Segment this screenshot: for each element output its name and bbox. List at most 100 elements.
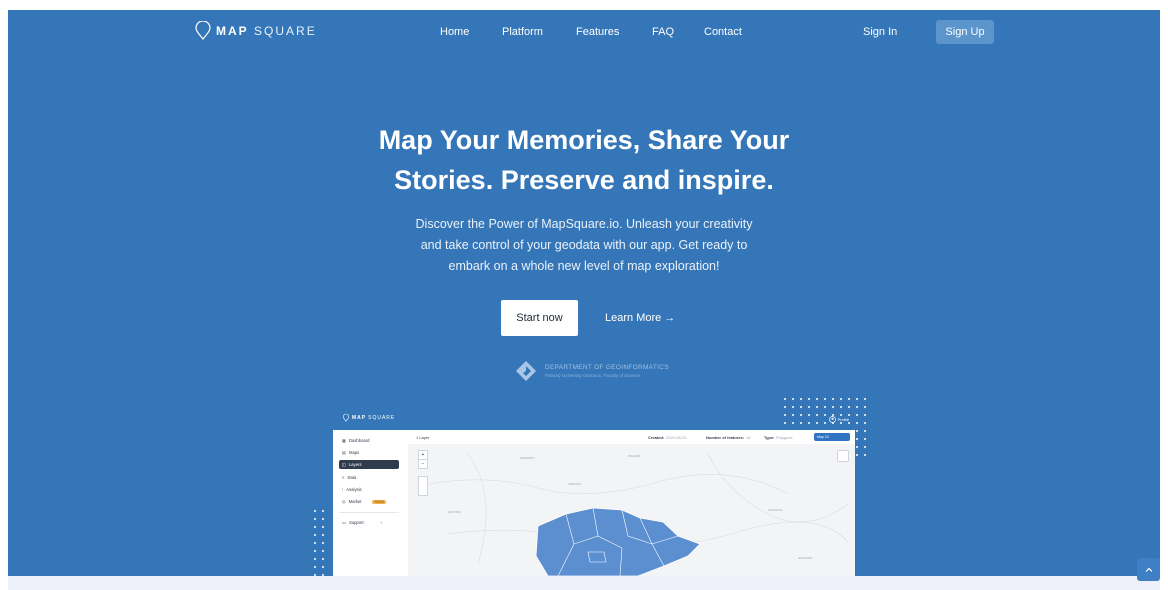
nav-contact[interactable]: Contact [704,26,742,38]
decorative-dot [840,406,842,408]
decorative-dot [322,558,324,560]
layers-icon: ◫ [342,462,346,467]
preview-sidebar-item-support: ▭ Support › [339,518,399,527]
decorative-dot [314,534,316,536]
decorative-dot [784,406,786,408]
preview-profile-label: Profile [837,417,849,422]
decorative-dot [864,422,866,424]
chart-icon: ⫶ [342,487,344,492]
sign-in-link[interactable]: Sign In [863,26,897,38]
preview-sidebar-item-market: ◎ Market SOON [339,497,399,506]
decorative-dot [864,454,866,456]
database-icon: ≡ [342,475,345,480]
decorative-dot [314,510,316,512]
preview-topbar: MAP SQUARE Profile [333,410,855,430]
preview-sidebar-label: Support [348,520,364,525]
decorative-dot [832,406,834,408]
hero-subtitle-line-3: embark on a whole new level of map explo… [448,259,720,273]
map-label: AUSTRIA [448,510,462,514]
map-icon: ▤ [342,450,346,455]
map-pin-logo-icon [342,414,350,422]
decorative-dot [856,398,858,400]
preview-map-canvas [427,453,849,576]
next-section-edge [8,576,1160,590]
decorative-dot [856,430,858,432]
soon-badge: SOON [372,499,386,504]
decorative-dot [322,518,324,520]
decorative-dot [864,430,866,432]
preview-header: 1 Layer Created: 2023-08-20 Number of fe… [404,430,855,444]
decorative-dot [816,406,818,408]
preview-main: 1 Layer Created: 2023-08-20 Number of fe… [404,430,855,576]
decorative-dot [848,398,850,400]
decorative-dot [856,446,858,448]
hero-subtitle: Discover the Power of MapSquare.io. Unle… [8,214,1160,277]
decorative-dot [832,398,834,400]
scroll-to-top-button[interactable] [1137,558,1160,581]
decorative-dot [322,550,324,552]
sign-up-button[interactable]: Sign Up [936,20,994,44]
map-tools-control [418,476,428,496]
preview-sidebar-label: Analysis [346,487,362,492]
preview-features-label: Number of features: [706,435,745,440]
decorative-dot [800,398,802,400]
partner-name: DEPARTMENT OF GEOINFORMATICS [545,364,669,371]
preview-sidebar-item-data: ≡ Data [339,473,399,482]
decorative-dot [314,518,316,520]
zoom-out-icon: − [419,459,427,468]
preview-features-value: 14 [746,435,751,440]
preview-sidebar-divider [339,512,399,513]
preview-created-label: Created: [648,435,665,440]
decorative-dot [314,526,316,528]
hero-section: MAP SQUARE Home Platform Features FAQ Co… [8,10,1160,576]
decorative-dot [864,438,866,440]
decorative-dot [808,406,810,408]
preview-map-select-value: Map 24 [817,435,829,439]
preview-sidebar-item-layers: ◫ Layers [339,460,399,469]
hero-subtitle-line-1: Discover the Power of MapSquare.io. Unle… [415,217,753,231]
user-icon [828,416,836,423]
decorative-dot [840,398,842,400]
decorative-dots-left [314,510,328,576]
hero-headline-line-1: Map Your Memories, Share Your [378,125,790,155]
preview-sidebar-item-dashboard: ▦ Dashboard [339,436,399,445]
decorative-dot [792,398,794,400]
decorative-dot [314,558,316,560]
preview-sidebar-label: Layers [348,462,362,467]
preview-created-value: 2023-08-20 [666,435,687,440]
preview-sidebar-label: Data [347,475,357,480]
partner-subtitle: Palacký University Olomouc, Faculty of S… [545,373,641,378]
start-now-button[interactable]: Start now [501,300,578,336]
decorative-dot [864,414,866,416]
decorative-dot [856,438,858,440]
decorative-dot [848,406,850,408]
department-logo-icon [516,361,536,381]
decorative-dot [856,406,858,408]
decorative-dot [322,526,324,528]
nav-home[interactable]: Home [440,26,469,38]
grid-icon: ▦ [342,438,346,443]
zoom-in-icon: + [421,452,425,458]
decorative-dot [322,566,324,568]
preview-layer-title: 1 Layer [416,435,430,440]
nav-features[interactable]: Features [576,26,619,38]
partner-logo[interactable]: DEPARTMENT OF GEOINFORMATICS Palacký Uni… [515,360,669,382]
hero-headline-line-2: Stories. Preserve and inspire. [394,165,774,195]
decorative-dot [856,422,858,424]
decorative-dot [824,406,826,408]
preview-sidebar-label: Maps [348,450,360,455]
decorative-dot [314,550,316,552]
nav-faq[interactable]: FAQ [652,26,674,38]
hero-headline: Map Your Memories, Share Your Stories. P… [8,120,1160,200]
learn-more-link[interactable]: Learn More → [605,312,675,324]
preview-type-label: Type: [764,435,775,440]
decorative-dot [322,542,324,544]
preview-logo-light: SQUARE [368,415,396,421]
preview-type-value: Polygons [776,435,793,440]
chevron-up-icon [1145,567,1152,572]
nav-platform[interactable]: Platform [502,26,543,38]
decorative-dot [314,542,316,544]
decorative-dot [314,566,316,568]
preview-logo-bold: MAP [352,415,367,421]
map-label: POLAND [628,454,641,458]
